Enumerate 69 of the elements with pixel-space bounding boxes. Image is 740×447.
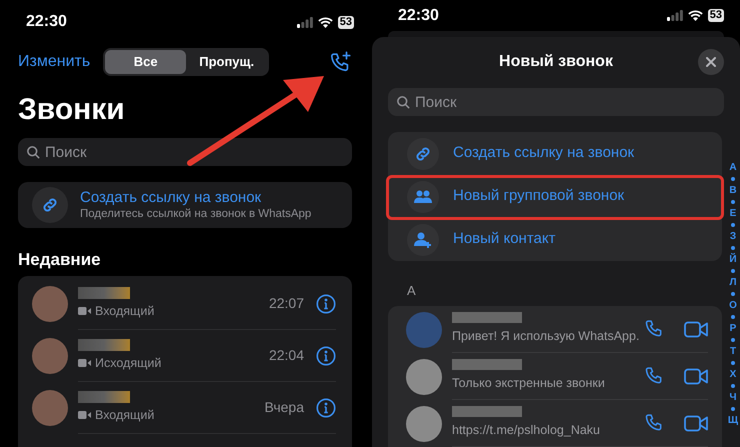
- close-button[interactable]: [698, 49, 724, 75]
- call-time: 22:04: [268, 346, 304, 365]
- signal-icon: [666, 10, 683, 22]
- link-icon: [414, 144, 432, 162]
- info-icon[interactable]: [316, 294, 336, 314]
- call-time: Вчера: [264, 398, 304, 417]
- blurred-name: [452, 312, 522, 324]
- status-time: 22:30: [26, 12, 67, 32]
- phone-icon[interactable]: [644, 413, 664, 433]
- action-label: Создать ссылку на звонок: [453, 143, 634, 164]
- close-icon: [706, 57, 716, 67]
- battery-level: 53: [338, 16, 354, 28]
- search-field[interactable]: Поиск: [388, 88, 724, 116]
- link-card-title: Создать ссылку на звонок: [80, 189, 262, 207]
- search-icon: [396, 94, 411, 110]
- section-letter: А: [407, 283, 417, 299]
- action-item[interactable]: Новый групповой звонок: [388, 175, 722, 218]
- people-icon: [414, 190, 432, 204]
- call-direction: Входящий: [95, 302, 154, 320]
- search-icon: [26, 144, 41, 160]
- wifi-icon: [318, 16, 333, 28]
- phone-icon[interactable]: [644, 366, 664, 386]
- add-call-icon[interactable]: [330, 51, 352, 73]
- blurred-name: [78, 390, 130, 403]
- signal-icon: [296, 16, 313, 28]
- action-label: Новый контакт: [453, 229, 556, 250]
- segment-tab[interactable]: Все: [105, 50, 186, 74]
- action-label: Новый групповой звонок: [453, 186, 624, 206]
- link-icon: [41, 196, 59, 214]
- wifi-icon: [688, 10, 703, 22]
- status-time: 22:30: [398, 6, 439, 26]
- contact-status: Только экстренные звонки: [452, 375, 606, 392]
- alphabet-index[interactable]: А В Е З Й Л О Р Т Х Ч Щ: [728, 162, 738, 426]
- segment-tab[interactable]: Пропущ.: [186, 50, 268, 74]
- section-title: Недавние: [17, 250, 102, 270]
- avatar: [406, 312, 442, 348]
- call-direction: Входящий: [95, 406, 154, 424]
- call-link-card[interactable]: Создать ссылку на звонок Поделитесь ссылкой на звонок в WhatsApp: [18, 182, 352, 228]
- video-call-icon[interactable]: [684, 414, 708, 432]
- avatar: [32, 286, 68, 322]
- battery-level: 53: [708, 9, 724, 22]
- screen-title: Звонки: [17, 92, 126, 128]
- contact-status: Привет! Я использую WhatsApp.: [452, 328, 640, 346]
- sheet-title: Новый звонок: [499, 52, 613, 72]
- blurred-name: [452, 406, 522, 418]
- avatar: [32, 390, 68, 426]
- blurred-name: [452, 359, 522, 370]
- call-time: 22:07: [268, 294, 304, 313]
- blurred-name: [78, 338, 130, 351]
- avatar: [406, 406, 442, 442]
- avatar: [32, 338, 68, 374]
- edit-link[interactable]: Изменить: [18, 50, 90, 74]
- video-icon: [78, 307, 91, 315]
- info-icon[interactable]: [316, 346, 336, 366]
- search-field[interactable]: Поиск: [18, 138, 352, 166]
- video-call-icon[interactable]: [684, 368, 708, 384]
- video-call-icon[interactable]: [684, 320, 708, 338]
- blurred-name: [78, 286, 130, 299]
- info-icon[interactable]: [316, 398, 336, 418]
- video-icon: [78, 359, 91, 367]
- action-item[interactable]: Создать ссылку на звонок: [388, 132, 722, 175]
- call-direction: Исходящий: [95, 354, 162, 372]
- phone-icon[interactable]: [644, 319, 664, 339]
- add-person-icon: [414, 232, 432, 248]
- avatar: [406, 358, 442, 394]
- contact-status: https://t.me/pslholog_Naku: [452, 422, 601, 440]
- link-card-subtitle: Поделитесь ссылкой на звонок в WhatsApp: [80, 207, 312, 221]
- action-item[interactable]: Новый контакт: [388, 218, 722, 261]
- video-icon: [78, 411, 91, 419]
